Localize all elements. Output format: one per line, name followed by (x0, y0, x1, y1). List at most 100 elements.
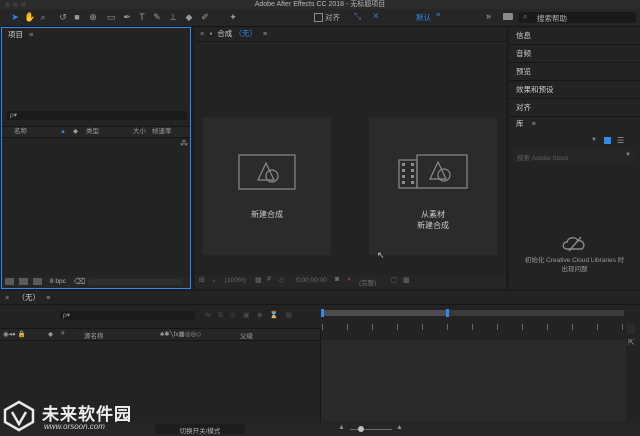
project-column-header: 名称 ▲ ◆ 类型 大小 帧速率 (2, 126, 190, 138)
pan-behind-tool-icon[interactable]: ⊕ (88, 12, 98, 22)
panel-align[interactable]: 对齐 (509, 99, 640, 117)
timeline-tab-title[interactable]: （无） (17, 293, 40, 302)
list-view-icon[interactable]: ☰ (617, 137, 624, 145)
help-search-field[interactable]: ⌕ 搜索帮助 (519, 12, 636, 23)
snap-checkbox[interactable] (314, 13, 323, 22)
window-title: Adobe After Effects CC 2018 - 无标题项目 (254, 1, 386, 8)
minimize-window-button[interactable] (13, 2, 18, 7)
right-panels: 信息 音频 预览 效果和预设 对齐 库 ≡ ▼ ☰ 搜索 Adobe Stock… (509, 27, 640, 289)
new-comp-from-footage-tile[interactable]: 从素材 新建合成 (369, 117, 497, 255)
layer-column-header: ◉◂● 🔒 ◆ # 源名称 ♣✱╲fx▦◎◎◇ 父级 (0, 328, 320, 341)
zoom-level[interactable]: (100%) (225, 277, 246, 284)
project-panel-menu-icon[interactable]: ≡ (29, 32, 33, 39)
interpret-footage-icon[interactable] (5, 278, 14, 285)
libraries-menu-icon[interactable]: ≡ (532, 121, 536, 128)
zoom-tool-icon[interactable]: ⌕ (38, 12, 48, 22)
column-framerate[interactable]: 帧速率 (152, 127, 172, 137)
panel-info[interactable]: 信息 (509, 27, 640, 45)
sort-ascending-icon[interactable]: ▲ (60, 127, 66, 137)
panel-preview[interactable]: 预览 (509, 63, 640, 81)
toggle-switches-modes-label: 切换开关/模式 (179, 428, 221, 435)
project-scrollbar[interactable] (88, 279, 183, 285)
column-name[interactable]: 名称 (14, 127, 27, 137)
selection-tool-icon[interactable]: ➤ (10, 12, 20, 22)
delete-icon[interactable]: ⌫ (74, 277, 85, 286)
zoom-in-icon[interactable]: ▲ (396, 424, 403, 431)
resolution-dropdown[interactable]: (完整) (359, 277, 376, 287)
layer-switches-icons[interactable]: ♣✱╲fx▦◎◎◇ (160, 330, 201, 338)
timeline-track-area[interactable] (321, 340, 626, 422)
timeline-switch-icons[interactable]: ⇆⧉◎▣◉⌛▦ (205, 311, 315, 320)
roto-brush-tool-icon[interactable]: ✐ (200, 12, 210, 22)
label-tag-icon[interactable]: ◆ (73, 127, 78, 137)
column-size[interactable]: 大小 (133, 127, 146, 137)
work-area-end-handle[interactable] (446, 309, 449, 317)
timeline-menu-icon[interactable]: ≡ (46, 295, 50, 302)
libraries-title[interactable]: 库 (516, 119, 524, 128)
rotate-tool-icon[interactable]: ↺ (58, 12, 68, 22)
show-channel-icon[interactable]: ● (347, 276, 351, 283)
project-panel-title[interactable]: 项目 (8, 30, 23, 39)
adobe-stock-search-field[interactable]: 搜索 Adobe Stock ▼ (513, 150, 635, 162)
workspace-menu-icon[interactable]: ≡ (436, 12, 440, 19)
column-type[interactable]: 类型 (86, 127, 99, 137)
layer-number-column[interactable]: # (61, 330, 65, 337)
av-features-icons[interactable]: ◉◂● 🔒 (3, 330, 26, 338)
zoom-out-icon[interactable]: ▲ (338, 424, 345, 431)
camera-tool-icon[interactable]: ■ (72, 12, 82, 22)
new-folder-icon[interactable] (19, 278, 28, 285)
work-area-start-handle[interactable] (321, 309, 324, 317)
time-ruler[interactable] (322, 324, 624, 330)
zoom-window-button[interactable] (21, 2, 26, 7)
eraser-tool-icon[interactable]: ◆ (184, 12, 194, 22)
snapshot-icon[interactable]: ◙ (335, 276, 339, 283)
composition-tab-name[interactable]: （无） (234, 29, 257, 38)
panel-effects-presets[interactable]: 效果和预设 (509, 81, 640, 99)
stock-dropdown-arrow-icon[interactable]: ▼ (625, 152, 631, 158)
puppet-pin-tool-icon[interactable]: ✦ (228, 12, 238, 22)
grid-view-icon[interactable] (604, 137, 611, 144)
current-time[interactable]: 0;00;00;00 (296, 277, 327, 284)
parent-column[interactable]: 父级 (240, 330, 253, 340)
shape-tool-icon[interactable]: ▭ (106, 12, 116, 22)
work-area-bar[interactable] (321, 309, 624, 317)
label-column-icon[interactable]: ◆ (48, 330, 53, 338)
workspace-overflow-button[interactable]: » (486, 11, 491, 21)
timeline-zoom-slider[interactable] (350, 429, 392, 430)
source-name-column[interactable]: 源名称 (84, 330, 104, 340)
flowchart-icon[interactable]: ⁂ (180, 139, 188, 148)
library-dropdown-arrow-icon[interactable]: ▼ (591, 137, 597, 143)
region-of-interest-icon[interactable]: ▢ (391, 276, 398, 284)
transparency-grid-icon[interactable]: ▩ (403, 276, 410, 284)
panel-audio[interactable]: 音频 (509, 45, 640, 63)
hand-tool-icon[interactable]: ✋ (24, 12, 35, 22)
snap-option-icon[interactable]: ⤡ (354, 11, 361, 22)
text-tool-icon[interactable]: T (137, 12, 147, 22)
close-comp-tab-button[interactable]: × (200, 29, 204, 38)
composition-tab-title[interactable]: 合成 (217, 29, 232, 38)
brush-tool-icon[interactable]: ✎ (152, 12, 162, 22)
sync-settings-icon[interactable] (503, 13, 513, 20)
clone-stamp-tool-icon[interactable]: ⊥ (168, 12, 178, 22)
lock-icon[interactable]: ▪ (209, 29, 212, 38)
comp-marker-bin-icon[interactable] (627, 324, 635, 334)
new-composition-tile[interactable]: 新建合成 (203, 117, 331, 255)
magnification-icon[interactable]: ⌄ (211, 276, 217, 284)
composition-menu-icon[interactable]: ≡ (263, 31, 267, 38)
timeline-zoom-handle[interactable] (358, 426, 364, 432)
timeline-search-field[interactable]: ρ▾ (60, 311, 195, 320)
workspace-default-tab[interactable]: 默认 (416, 12, 431, 23)
always-preview-icon[interactable]: ⊞ (199, 276, 205, 284)
snap-edges-icon[interactable]: ✕ (372, 11, 380, 22)
new-composition-icon[interactable] (33, 278, 42, 285)
project-search-field[interactable]: ρ▾ (7, 111, 187, 120)
bit-depth-button[interactable]: 8 bpc (50, 278, 66, 285)
mask-visibility-icon[interactable]: ◇ (279, 276, 284, 284)
grid-icon[interactable]: # (267, 276, 271, 283)
safe-zones-icon[interactable]: ▦ (255, 276, 262, 284)
comp-button-icon[interactable]: ⇱ (628, 338, 635, 347)
close-timeline-tab-button[interactable]: × (5, 293, 9, 302)
work-area-range[interactable] (322, 310, 446, 316)
pen-tool-icon[interactable]: ✒ (122, 12, 132, 22)
close-window-button[interactable] (5, 2, 10, 7)
